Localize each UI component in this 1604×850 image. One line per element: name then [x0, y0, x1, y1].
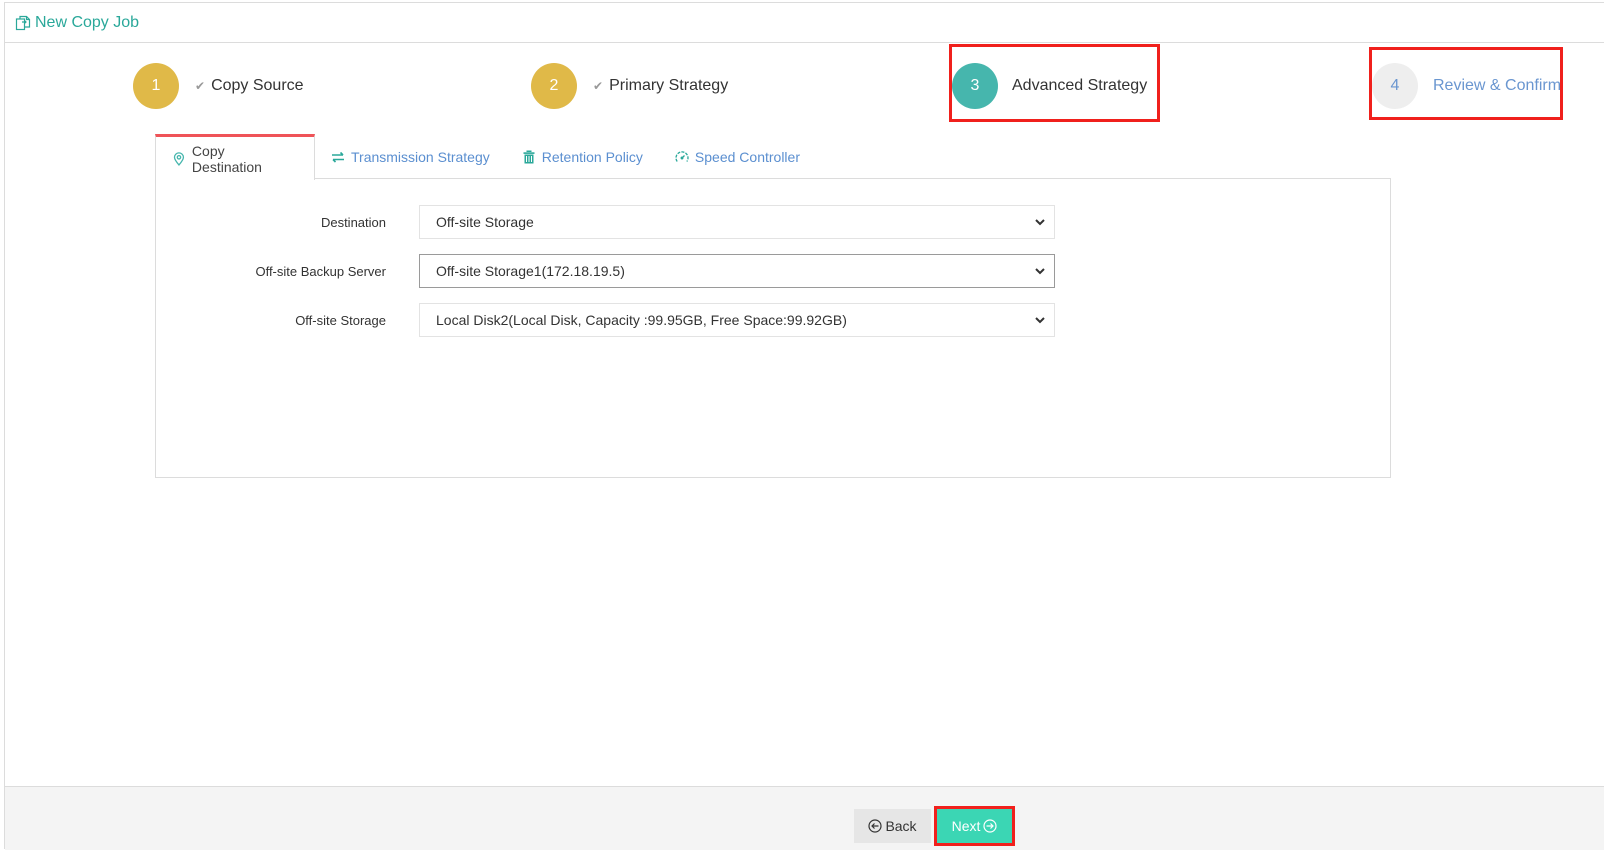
chevron-down-icon: [1035, 317, 1045, 324]
tab-label: Transmission Strategy: [351, 148, 490, 165]
transfer-arrows-icon: [332, 151, 344, 163]
tab-label: Retention Policy: [541, 148, 643, 165]
step-number-badge: 2: [531, 63, 577, 109]
checkmark-icon: ✔: [195, 79, 206, 93]
tab-transmission-strategy[interactable]: Transmission Strategy: [315, 134, 506, 179]
speedometer-icon: [675, 150, 689, 162]
wizard-footer: Back Next: [5, 786, 1604, 850]
copy-destination-panel: Destination Off-site Storage Off-site Ba…: [155, 178, 1391, 478]
chevron-down-icon: [1035, 268, 1045, 275]
form-row-offsite-storage: Off-site Storage Local Disk2(Local Disk,…: [156, 303, 1390, 337]
backup-server-value: Off-site Storage1(172.18.19.5): [436, 263, 625, 279]
page-header: New Copy Job: [5, 3, 1604, 43]
wizard-step-2[interactable]: 2 ✔ Primary Strategy: [531, 63, 728, 109]
chevron-down-icon: [1035, 219, 1045, 226]
tab-label: Speed Controller: [694, 148, 800, 165]
tab-retention-policy[interactable]: Retention Policy: [506, 134, 659, 179]
tab-speed-controller[interactable]: Speed Controller: [659, 134, 816, 179]
wizard-step-3[interactable]: 3 Advanced Strategy: [952, 63, 1147, 109]
step-number-badge: 1: [133, 63, 179, 109]
offsite-storage-value: Local Disk2(Local Disk, Capacity :99.95G…: [436, 312, 847, 328]
step-label: Copy Source: [211, 77, 304, 94]
arrow-right-circle-icon: [983, 819, 997, 833]
step-label: Primary Strategy: [609, 77, 729, 94]
form-row-backup-server: Off-site Backup Server Off-site Storage1…: [156, 254, 1390, 288]
checkmark-icon: ✔: [593, 79, 604, 93]
tab-copy-destination[interactable]: Copy Destination: [155, 134, 315, 180]
offsite-storage-label: Off-site Storage: [295, 312, 386, 328]
next-label: Next: [951, 818, 981, 834]
wizard-step-4[interactable]: 4 Review & Confirm: [1372, 63, 1561, 109]
location-pin-icon: [173, 151, 185, 166]
page-title: New Copy Job: [35, 13, 140, 31]
arrow-left-circle-icon: [868, 819, 883, 833]
step-number-badge: 3: [952, 63, 998, 109]
destination-value: Off-site Storage: [436, 214, 534, 230]
strategy-tabs: Copy Destination Transmission Strategy R…: [155, 134, 816, 180]
backup-server-select[interactable]: Off-site Storage1(172.18.19.5): [419, 254, 1055, 288]
tab-label: Copy Destination: [191, 142, 262, 175]
form-row-destination: Destination Off-site Storage: [156, 205, 1390, 239]
copy-job-icon: [15, 15, 31, 30]
back-label: Back: [885, 818, 917, 834]
step-label: Review & Confirm: [1433, 77, 1562, 94]
destination-select[interactable]: Off-site Storage: [419, 205, 1055, 239]
step-label: Advanced Strategy: [1012, 77, 1148, 94]
destination-label: Destination: [320, 214, 386, 230]
offsite-storage-select[interactable]: Local Disk2(Local Disk, Capacity :99.95G…: [419, 303, 1055, 337]
back-button[interactable]: Back: [854, 809, 931, 843]
backup-server-label: Off-site Backup Server: [255, 263, 386, 279]
app-window: New Copy Job 1 ✔ Copy Source 2 ✔ Primary…: [4, 2, 1604, 850]
step-number-badge: 4: [1372, 63, 1418, 109]
trash-icon: [523, 150, 535, 163]
next-button[interactable]: Next: [936, 809, 1013, 843]
wizard-step-1[interactable]: 1 ✔ Copy Source: [133, 63, 304, 109]
